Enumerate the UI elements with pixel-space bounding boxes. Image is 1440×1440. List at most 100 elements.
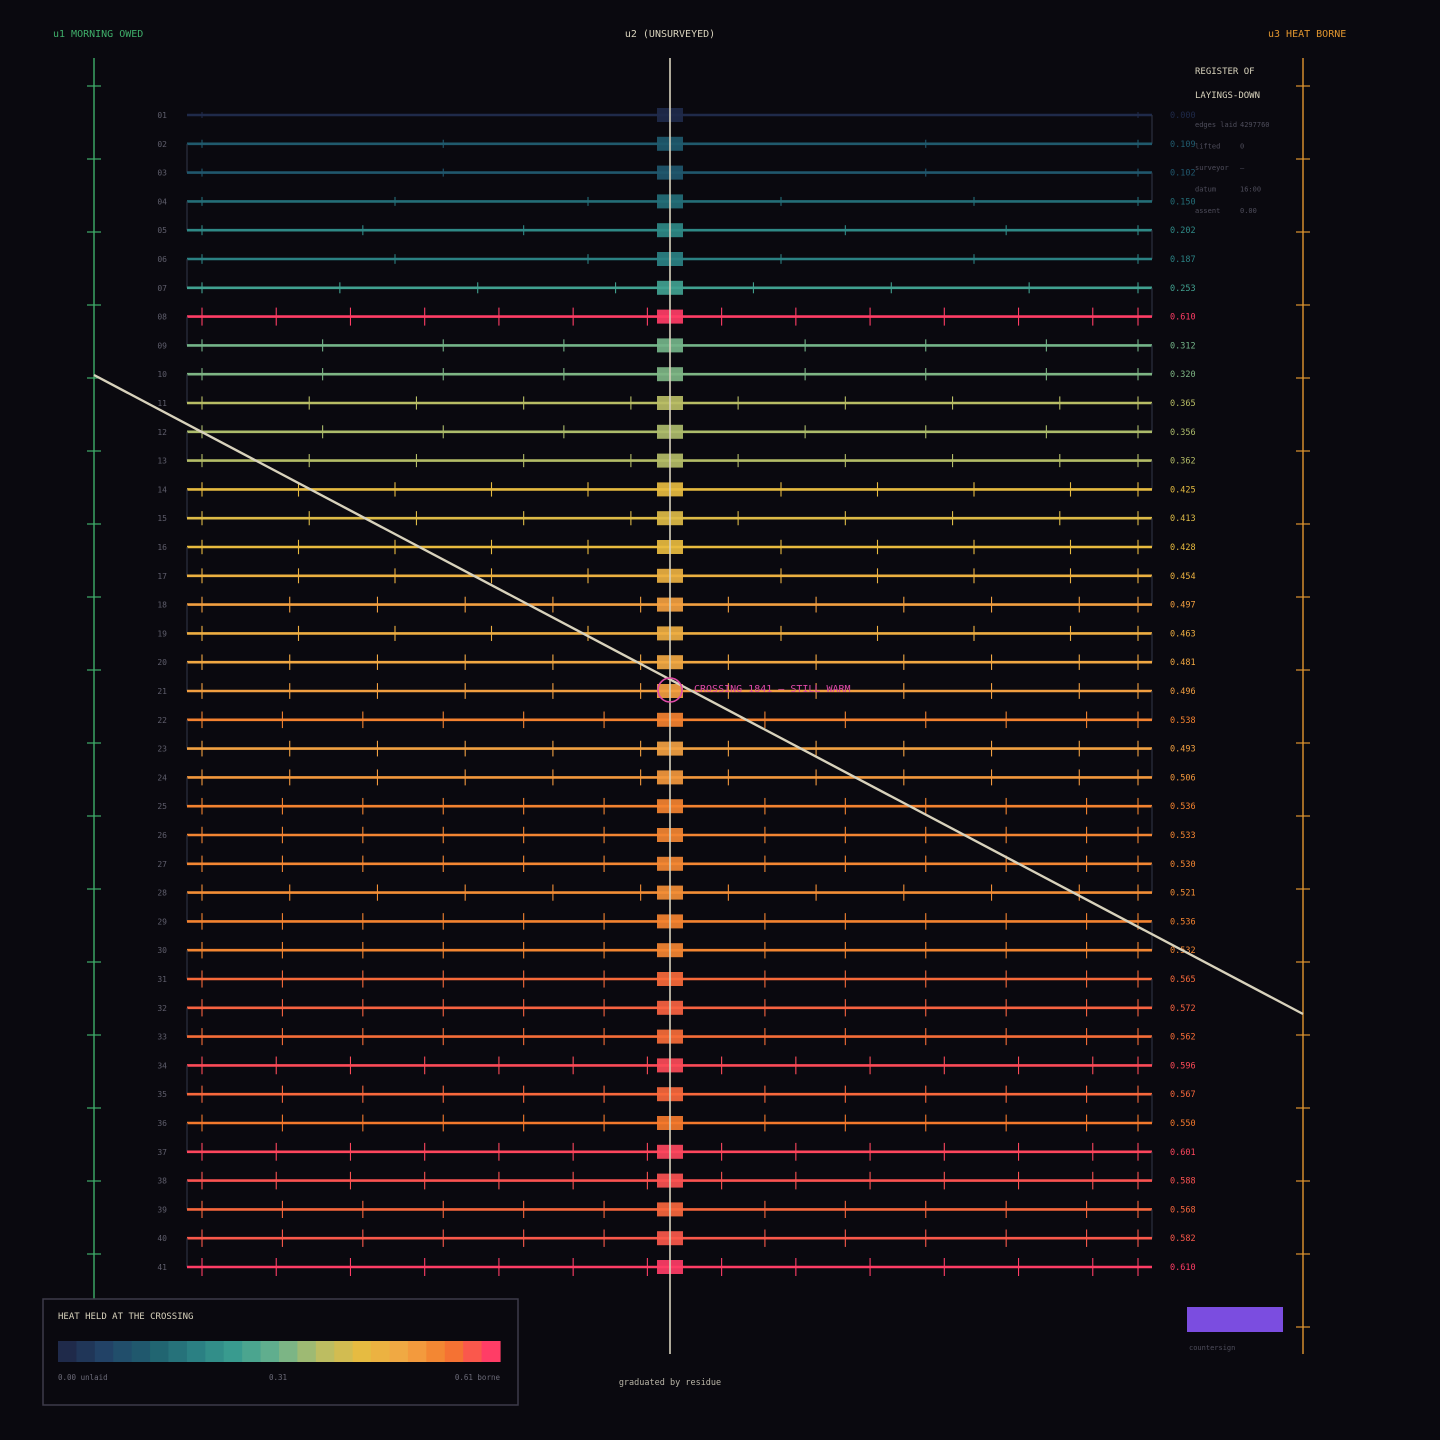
column-axes bbox=[87, 58, 1310, 1354]
laying-value: 0.454 bbox=[1170, 572, 1196, 582]
laying-value: 0.365 bbox=[1170, 399, 1196, 409]
laying-value: 0.187 bbox=[1170, 255, 1196, 265]
laying-value: 0.428 bbox=[1170, 543, 1196, 553]
laying-value: 0.538 bbox=[1170, 716, 1196, 726]
laying-value: 0.425 bbox=[1170, 485, 1196, 495]
legend-title: HEAT HELD AT THE CROSSING bbox=[58, 1312, 193, 1322]
laying-value: 0.533 bbox=[1170, 831, 1196, 841]
laying-value: 0.109 bbox=[1170, 140, 1196, 150]
legend-swatch bbox=[76, 1341, 96, 1362]
laying-id: 23 bbox=[157, 745, 167, 754]
legend-swatch bbox=[260, 1341, 280, 1362]
register-key: assent bbox=[1195, 207, 1220, 215]
laying-id: 31 bbox=[157, 975, 167, 984]
laying-id: 12 bbox=[157, 428, 167, 437]
laying-register-diagram: 01 0.000 02 0.109 03 0.102 04 0.150 05 0.202 06 0.1… bbox=[0, 0, 1440, 1440]
laying-id: 36 bbox=[157, 1119, 167, 1128]
legend-swatch bbox=[389, 1341, 409, 1362]
legend-mid-label: 0.31 bbox=[269, 1373, 287, 1382]
laying-value: 0.496 bbox=[1170, 687, 1196, 697]
laying-value: 0.312 bbox=[1170, 341, 1196, 351]
legend-color-ramp bbox=[58, 1341, 501, 1362]
laying-id: 40 bbox=[157, 1234, 167, 1243]
legend-swatch bbox=[131, 1341, 151, 1362]
laying-id: 16 bbox=[157, 543, 167, 552]
register-title-line1: REGISTER OF bbox=[1195, 67, 1255, 77]
countersign-label: countersign bbox=[1189, 1344, 1235, 1352]
laying-id: 11 bbox=[157, 399, 167, 408]
register-key: lifted bbox=[1195, 143, 1220, 151]
laying-rows: 01 0.000 02 0.109 03 0.102 04 0.150 05 0.202 06 0.1… bbox=[157, 108, 1196, 1276]
register-value: — bbox=[1240, 164, 1245, 172]
legend-swatch bbox=[315, 1341, 335, 1362]
laying-id: 25 bbox=[157, 802, 167, 811]
heat-legend: HEAT HELD AT THE CROSSING 0.00 unlaid 0.… bbox=[42, 1298, 519, 1406]
laying-row: 41 0.610 bbox=[157, 1258, 1196, 1276]
laying-id: 19 bbox=[157, 629, 167, 638]
laying-id: 03 bbox=[157, 169, 167, 178]
legend-swatch bbox=[279, 1341, 299, 1362]
register-panel: REGISTER OF LAYINGS-DOWN edges laid 42977… bbox=[1195, 67, 1270, 215]
legend-swatch bbox=[334, 1341, 354, 1362]
laying-id: 21 bbox=[157, 687, 167, 696]
legend-swatch bbox=[371, 1341, 391, 1362]
register-value: 4297760 bbox=[1240, 121, 1270, 129]
laying-value: 0.550 bbox=[1170, 1119, 1196, 1129]
legend-swatch bbox=[407, 1341, 427, 1362]
laying-id: 04 bbox=[157, 197, 167, 206]
laying-value: 0.610 bbox=[1170, 313, 1196, 323]
legend-swatch bbox=[223, 1341, 243, 1362]
laying-value: 0.536 bbox=[1170, 802, 1196, 812]
register-rows: edges laid 4297760 lifted 0 surveyor — datum 16… bbox=[1195, 121, 1270, 215]
laying-value: 0.356 bbox=[1170, 428, 1196, 438]
laying-id: 28 bbox=[157, 889, 167, 898]
register-key: surveyor bbox=[1195, 164, 1229, 172]
laying-value: 0.320 bbox=[1170, 370, 1196, 380]
laying-id: 14 bbox=[157, 485, 167, 494]
laying-value: 0.253 bbox=[1170, 284, 1196, 294]
diagram-canvas: 01 0.00002 0.10903 0.10204 0.15005 0.20206 0.1… bbox=[42, 29, 1346, 1406]
laying-value: 0.610 bbox=[1170, 1263, 1196, 1273]
register-key: edges laid bbox=[1195, 121, 1237, 129]
laying-value: 0.102 bbox=[1170, 169, 1196, 179]
laying-id: 29 bbox=[157, 917, 167, 926]
laying-value: 0.413 bbox=[1170, 514, 1196, 524]
u2-column-label: u2 (UNSURVEYED) bbox=[625, 29, 715, 40]
u1-column-label: u1 MORNING OWED bbox=[53, 29, 143, 40]
laying-value: 0.497 bbox=[1170, 601, 1196, 611]
laying-id: 27 bbox=[157, 860, 167, 869]
countersign-button[interactable] bbox=[1187, 1307, 1283, 1332]
laying-value: 0.493 bbox=[1170, 745, 1196, 755]
laying-id: 41 bbox=[157, 1263, 167, 1272]
laying-value: 0.536 bbox=[1170, 917, 1196, 927]
laying-value: 0.582 bbox=[1170, 1234, 1196, 1244]
laying-id: 22 bbox=[157, 716, 167, 725]
laying-id: 05 bbox=[157, 226, 167, 235]
legend-min-label: 0.00 unlaid bbox=[58, 1373, 108, 1382]
laying-value: 0.572 bbox=[1170, 1004, 1196, 1014]
legend-swatch bbox=[94, 1341, 114, 1362]
register-value: 0 bbox=[1240, 143, 1244, 151]
laying-id: 09 bbox=[157, 341, 167, 350]
laying-id: 38 bbox=[157, 1177, 167, 1186]
laying-value: 0.601 bbox=[1170, 1148, 1196, 1158]
laying-value: 0.588 bbox=[1170, 1177, 1196, 1187]
laying-id: 02 bbox=[157, 140, 167, 149]
legend-swatch bbox=[242, 1341, 262, 1362]
legend-swatch bbox=[186, 1341, 206, 1362]
legend-swatch bbox=[426, 1341, 446, 1362]
laying-id: 33 bbox=[157, 1033, 167, 1042]
laying-value: 0.596 bbox=[1170, 1061, 1196, 1071]
legend-swatch bbox=[168, 1341, 188, 1362]
laying-value: 0.150 bbox=[1170, 197, 1196, 207]
laying-id: 15 bbox=[157, 514, 167, 523]
laying-id: 24 bbox=[157, 773, 167, 782]
legend-swatch bbox=[481, 1341, 501, 1362]
laying-id: 18 bbox=[157, 601, 167, 610]
laying-value: 0.362 bbox=[1170, 457, 1196, 467]
laying-value: 0.521 bbox=[1170, 889, 1196, 899]
laying-id: 08 bbox=[157, 313, 167, 322]
laying-id: 30 bbox=[157, 946, 167, 955]
crossing-label: CROSSING 1841 — STILL WARM bbox=[694, 684, 851, 695]
laying-value: 0.565 bbox=[1170, 975, 1196, 985]
